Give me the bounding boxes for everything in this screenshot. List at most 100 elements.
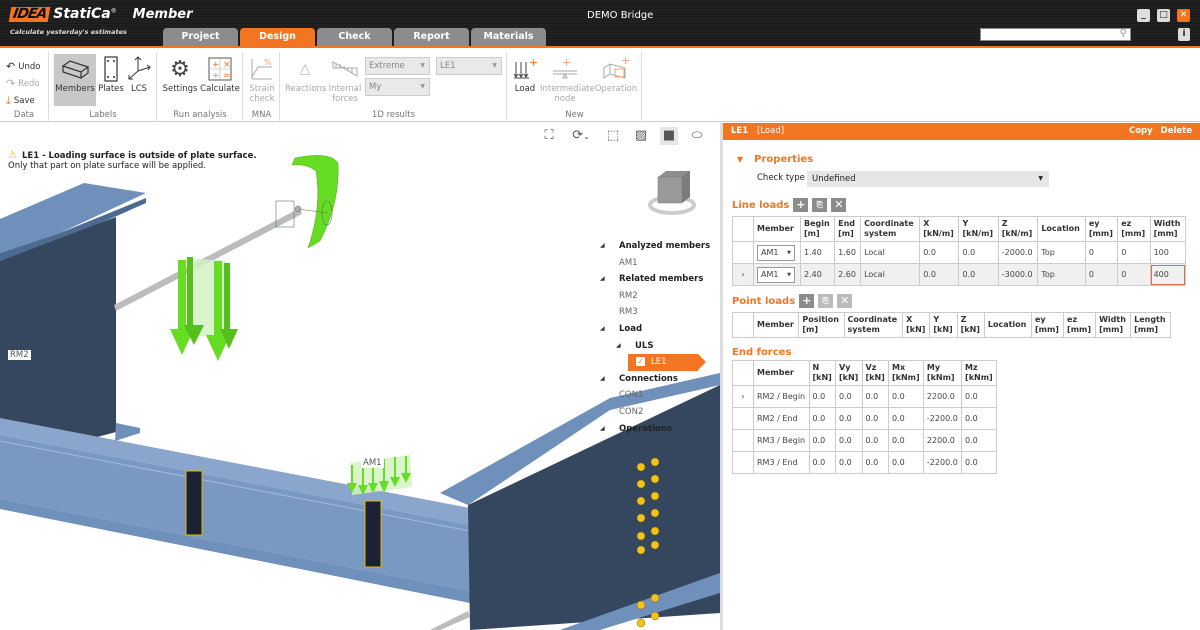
lcs-button[interactable]: LCS [126,54,152,94]
tree-uls[interactable]: ◢ ULS [604,338,710,355]
cell-ey[interactable]: 0 [1084,241,1119,264]
copy-point-load-icon[interactable]: ⎘ [818,294,834,308]
cell-z[interactable]: -2000.0 [997,241,1039,264]
member-label-rm2[interactable]: RM2 [7,349,32,361]
tab-report[interactable]: Report [394,28,469,46]
cell-mx[interactable]: 0.0 [888,407,924,430]
cell-n[interactable]: 0.0 [808,429,836,452]
internal-forces-button[interactable]: Internal forces [327,54,363,104]
tree-related-members[interactable]: ◢ Related members [600,271,710,288]
delete-point-load-icon[interactable]: ✕ [837,294,853,308]
delete-line-load-icon[interactable]: ✕ [831,198,847,212]
minimize-button[interactable]: _ [1137,9,1150,22]
row-selector[interactable] [732,451,754,474]
zoom-extents-icon[interactable]: ⛶ [540,127,558,145]
cell-end[interactable]: 2.60 [834,263,862,286]
table-row[interactable]: RM3 / End 0.0 0.0 0.0 0.0 -2200.0 0.0 [732,451,997,474]
plates-button[interactable]: Plates [98,54,124,94]
cell-my[interactable]: -2200.0 [922,407,963,430]
tree-operations[interactable]: ◢ Operations [600,421,710,438]
tree-item-con2[interactable]: CON2 [604,404,710,421]
extreme-select[interactable]: Extreme [365,57,430,75]
transparent-view-icon[interactable]: ▨ [632,127,650,145]
tab-check[interactable]: Check [317,28,392,46]
cell-vy[interactable]: 0.0 [835,451,863,474]
tab-project[interactable]: Project [163,28,238,46]
cell-n[interactable]: 0.0 [808,385,836,408]
render-view-icon[interactable]: ⬭ [688,127,706,145]
cell-n[interactable]: 0.0 [808,451,836,474]
table-row[interactable]: › RM2 / Begin 0.0 0.0 0.0 0.0 2200.0 0.0 [732,385,997,408]
member-label-am1[interactable]: AM1 [361,458,384,468]
cell-vz[interactable]: 0.0 [861,451,889,474]
cell-y[interactable]: 0.0 [958,263,999,286]
add-line-load-icon[interactable]: + [793,198,809,212]
search-input[interactable]: ⚲ [980,28,1131,41]
cell-member[interactable]: RM2 / End [753,407,810,430]
delete-button[interactable]: Delete [1161,123,1192,140]
cell-mz[interactable]: 0.0 [961,451,997,474]
row-selector[interactable] [732,407,754,430]
cell-my[interactable]: 2200.0 [922,385,963,408]
close-button[interactable]: ✕ [1177,9,1190,22]
member-select[interactable]: AM1 [757,266,795,283]
tree-connections[interactable]: ◢ Connections [600,371,710,388]
tree-item-le1[interactable]: ✓ LE1 [628,354,706,371]
tree-item-am1[interactable]: AM1 [604,255,710,272]
cell-mz[interactable]: 0.0 [961,429,997,452]
cell-member[interactable]: RM3 / End [753,451,810,474]
cell-my[interactable]: 2200.0 [922,429,963,452]
new-operation-button[interactable]: + Operation [594,54,638,94]
cell-coordinate-system[interactable]: Local [860,263,921,286]
table-row[interactable]: RM2 / End 0.0 0.0 0.0 0.0 -2200.0 0.0 [732,407,997,430]
cell-mz[interactable]: 0.0 [961,407,997,430]
check-type-select[interactable]: Undefined [807,171,1049,187]
cell-vy[interactable]: 0.0 [835,429,863,452]
cell-location[interactable]: Top [1037,263,1086,286]
row-selector[interactable]: › [732,385,754,408]
cell-y[interactable]: 0.0 [958,241,999,264]
component-select[interactable]: My [365,78,430,96]
strain-check-button[interactable]: % Strain check [247,54,277,104]
cell-member[interactable]: AM1 [753,263,801,286]
cell-mx[interactable]: 0.0 [888,451,924,474]
cell-vz[interactable]: 0.0 [861,407,889,430]
cell-ez[interactable]: 0 [1117,241,1151,264]
tree-item-rm3[interactable]: RM3 [604,304,710,321]
rotate-icon[interactable]: ⟳⌄ [568,127,594,145]
3d-viewport[interactable]: ⚠ LE1 - Loading surface is outside of pla… [0,123,720,630]
cell-begin[interactable]: 2.40 [799,263,836,286]
checkbox-checked-icon[interactable]: ✓ [636,357,645,367]
settings-button[interactable]: ⚙ Settings [162,54,198,95]
redo-button[interactable]: ↷ Redo [6,77,40,90]
new-load-button[interactable]: + Load [511,54,539,94]
members-button[interactable]: Members [54,54,96,106]
row-selector[interactable]: › [732,263,754,286]
cell-x[interactable]: 0.0 [919,241,960,264]
cell-location[interactable]: Top [1037,241,1086,264]
properties-section-toggle[interactable]: ▼ Properties [737,154,813,165]
cell-member[interactable]: AM1 [753,241,801,264]
loadcase-select[interactable]: LE1 [436,57,502,75]
copy-line-load-icon[interactable]: ⎘ [812,198,828,212]
cell-n[interactable]: 0.0 [808,407,836,430]
tree-item-con1[interactable]: CON1 [604,387,710,404]
solid-view-icon[interactable]: ■ [660,127,678,145]
row-selector[interactable] [732,241,754,264]
cell-vy[interactable]: 0.0 [835,407,863,430]
cell-width-selected[interactable]: 400 [1149,263,1187,286]
table-row[interactable]: RM3 / Begin 0.0 0.0 0.0 0.0 2200.0 0.0 [732,429,997,452]
calculate-button[interactable]: + × ÷ = Calculate [200,54,240,94]
save-button[interactable]: ⤓ Save [6,94,35,108]
maximize-button[interactable]: □ [1157,9,1170,22]
cell-z[interactable]: -3000.0 [997,263,1039,286]
cell-coordinate-system[interactable]: Local [860,241,921,264]
table-row[interactable]: › AM1 2.40 2.60 Local 0.0 0.0 -3000.0 To… [732,263,1187,286]
row-selector[interactable] [732,429,754,452]
cell-ez[interactable]: 0 [1117,263,1151,286]
cell-my[interactable]: -2200.0 [922,451,963,474]
cell-end[interactable]: 1.60 [834,241,862,264]
member-select[interactable]: AM1 [757,244,795,261]
cell-member[interactable]: RM2 / Begin [753,385,810,408]
add-point-load-icon[interactable]: + [799,294,815,308]
